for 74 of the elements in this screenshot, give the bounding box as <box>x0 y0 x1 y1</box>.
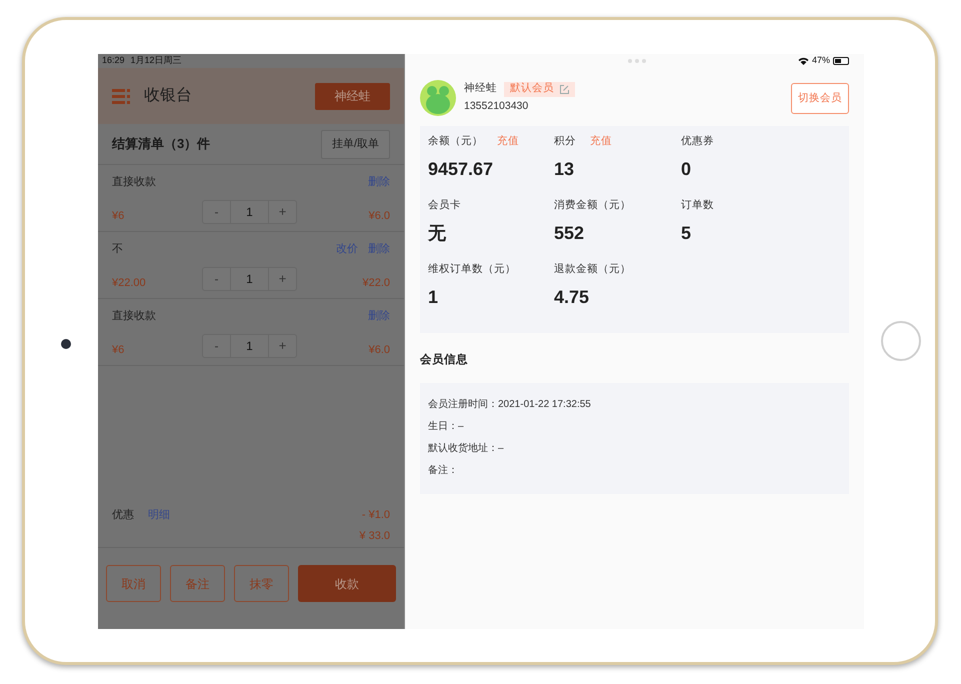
action-button[interactable]: 取消 <box>106 565 161 602</box>
home-button[interactable] <box>881 321 921 361</box>
quantity-stepper[interactable]: - 1 + <box>202 200 297 224</box>
stat-label: 消费金额（元） <box>554 198 631 214</box>
page-title: 收银台 <box>144 86 192 106</box>
member-button[interactable]: 神经蛙 <box>315 82 390 110</box>
line-total: ¥6.0 <box>368 342 390 358</box>
decrease-button[interactable]: - <box>203 268 231 290</box>
increase-button[interactable]: + <box>268 201 296 223</box>
stat-value: 0 <box>681 158 692 181</box>
item-action-link[interactable]: 改价 <box>336 240 358 258</box>
quantity-value: 1 <box>245 271 254 288</box>
menu-icon[interactable] <box>112 88 130 104</box>
line-total: ¥22.0 <box>362 276 390 291</box>
item-action-link[interactable]: 删除 <box>368 174 390 190</box>
hold-order-button[interactable]: 挂单/取单 <box>320 130 390 158</box>
stat-label: 优惠券 <box>681 134 714 150</box>
stat-label: 退款金额（元） <box>554 262 631 278</box>
member-phone: 13552103430 <box>464 99 530 114</box>
stat-value: 5 <box>681 222 692 245</box>
discount-detail-link[interactable]: 明细 <box>148 506 170 524</box>
member-name: 神经蛙 <box>464 81 497 96</box>
decrease-button[interactable]: - <box>203 201 231 223</box>
recharge-link[interactable]: 充值 <box>590 134 612 150</box>
member-tag-text: 默认会员 <box>510 81 554 96</box>
discount-label: 优惠 <box>112 508 134 523</box>
info-line: 备注： <box>428 464 459 478</box>
cart-title: 结算清单（3）件 <box>112 135 210 154</box>
quantity-value: 1 <box>245 204 254 221</box>
stat-value: 1 <box>428 286 440 309</box>
status-date: 1月12日周三 <box>130 54 182 68</box>
stat-value: 无 <box>428 222 447 245</box>
quantity-stepper[interactable]: - 1 + <box>202 267 297 291</box>
camera-icon <box>61 339 71 349</box>
decrease-button[interactable]: - <box>203 335 231 357</box>
stat-label: 余额（元） <box>428 134 483 150</box>
switch-member-button[interactable]: 切换会员 <box>791 83 849 114</box>
wifi-icon <box>798 57 809 65</box>
line-total: ¥6.0 <box>368 208 390 224</box>
edit-icon[interactable] <box>560 84 569 94</box>
battery-percent: 47% <box>812 54 830 68</box>
avatar-icon <box>420 80 456 116</box>
item-name: 直接收款 <box>112 174 156 190</box>
action-button[interactable]: 备注 <box>170 565 225 602</box>
unit-price: ¥6 <box>112 342 126 358</box>
quantity-stepper[interactable]: - 1 + <box>202 334 297 358</box>
unit-price: ¥22.00 <box>112 276 147 291</box>
item-action-link[interactable]: 删除 <box>368 308 390 324</box>
info-line: 会员注册时间：2021-01-22 17:32:55 <box>428 398 592 412</box>
unit-price: ¥6 <box>112 208 126 224</box>
battery-icon <box>833 57 849 65</box>
stat-label: 会员卡 <box>428 198 461 214</box>
stat-label: 订单数 <box>681 198 714 214</box>
item-name: 不 <box>112 242 123 257</box>
item-name: 直接收款 <box>112 308 156 324</box>
stat-value: 4.75 <box>554 286 590 309</box>
info-line: 默认收货地址：– <box>428 442 505 456</box>
item-action-link[interactable]: 删除 <box>368 240 390 258</box>
stat-label: 维权订单数（元） <box>428 262 516 278</box>
checkout-button[interactable]: 收款 <box>298 565 396 602</box>
total-amount: ¥ 33.0 <box>359 529 390 544</box>
info-line: 生日：– <box>428 420 465 434</box>
increase-button[interactable]: + <box>268 268 296 290</box>
recharge-link[interactable]: 充值 <box>497 134 519 150</box>
action-button[interactable]: 抹零 <box>234 565 289 602</box>
discount-amount: - ¥1.0 <box>362 508 390 523</box>
stat-label: 积分 <box>554 134 576 150</box>
increase-button[interactable]: + <box>268 335 296 357</box>
section-title: 会员信息 <box>420 352 469 368</box>
stat-value: 9457.67 <box>428 158 494 181</box>
quantity-value: 1 <box>245 338 254 355</box>
stat-value: 13 <box>554 158 576 181</box>
stat-value: 552 <box>554 222 586 245</box>
status-time: 16:29 <box>102 54 125 68</box>
